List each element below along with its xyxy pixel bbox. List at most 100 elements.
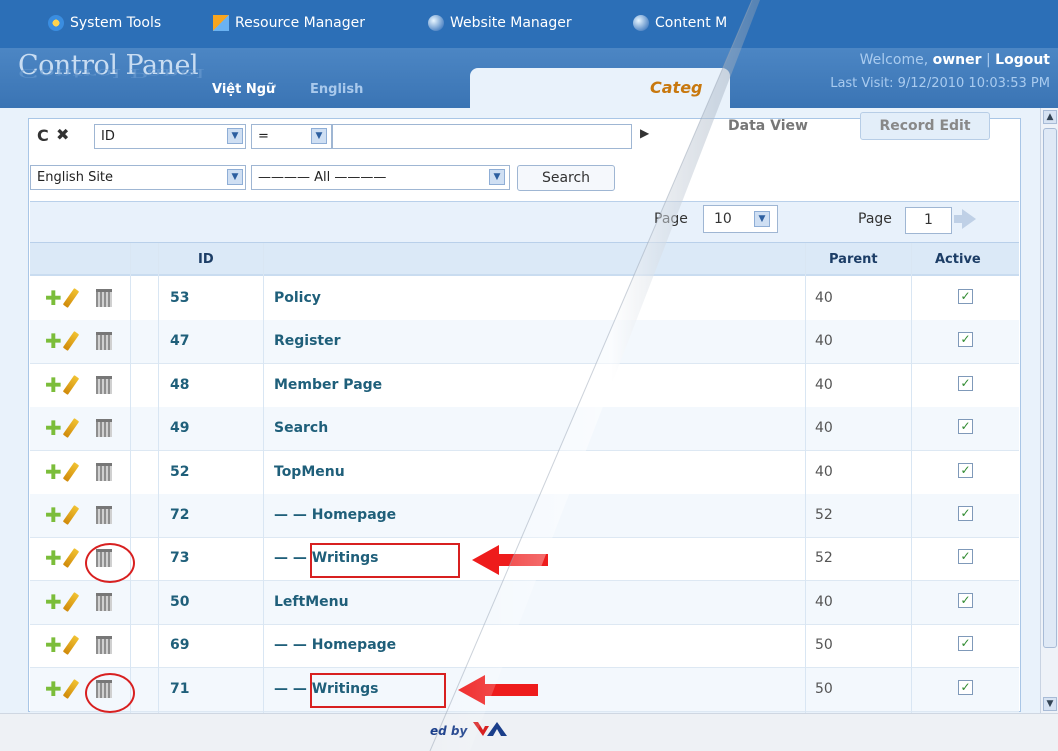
active-checkbox[interactable]: ✓ <box>958 332 973 348</box>
table-row[interactable]: ✚ 72 — — Homepage 52 ✓ <box>30 494 1019 538</box>
cell-parent: 40 <box>815 290 833 306</box>
active-checkbox[interactable]: ✓ <box>958 592 973 608</box>
clear-filter-icon[interactable]: ✖ <box>56 125 69 144</box>
refresh-icon[interactable]: C <box>37 126 49 145</box>
chevron-down-icon[interactable]: ▼ <box>227 128 243 144</box>
cell-name[interactable]: — — Homepage <box>274 507 396 523</box>
cell-parent: 52 <box>815 550 833 567</box>
column-header-active[interactable]: Active <box>935 252 981 267</box>
category-filter-select[interactable]: ———— All ———— <box>251 165 510 190</box>
resource-icon <box>213 15 229 31</box>
edit-pencil-icon[interactable] <box>62 461 80 482</box>
table-row[interactable]: ✚ 47 Register 40 ✓ <box>30 320 1019 365</box>
add-icon[interactable]: ✚ <box>45 329 62 353</box>
cell-id: 47 <box>170 333 190 350</box>
edit-pencil-icon[interactable] <box>62 505 80 525</box>
site-select[interactable]: English Site <box>30 165 246 190</box>
column-divider <box>805 243 806 713</box>
cell-name[interactable]: TopMenu <box>274 464 345 480</box>
active-checkbox[interactable]: ✓ <box>958 375 973 391</box>
table-row[interactable]: ✚ 53 Policy 40 ✓ <box>30 277 1019 321</box>
next-page-arrow-icon[interactable] <box>954 209 976 229</box>
add-icon[interactable]: ✚ <box>45 416 62 440</box>
delete-trash-icon[interactable] <box>96 332 112 351</box>
powered-by-text: ed by <box>430 724 468 738</box>
menu-content-manager[interactable]: Content M <box>633 13 727 33</box>
cell-id: 50 <box>170 593 190 610</box>
cell-id: 52 <box>170 463 190 480</box>
page-number-input[interactable]: 1 <box>905 207 952 234</box>
table-row[interactable]: ✚ 48 Member Page 40 ✓ <box>30 364 1019 408</box>
active-checkbox[interactable]: ✓ <box>958 462 973 478</box>
site-select-value: English Site <box>37 170 114 185</box>
field-select-value: ID <box>101 129 115 144</box>
menu-label: Content M <box>655 15 728 31</box>
scroll-up-arrow[interactable]: ▲ <box>1043 110 1057 124</box>
edit-pencil-icon[interactable] <box>62 288 80 308</box>
chevron-down-icon[interactable]: ▼ <box>227 169 243 185</box>
add-icon[interactable]: ✚ <box>45 546 62 570</box>
logout-link[interactable]: Logout <box>995 52 1050 68</box>
active-checkbox[interactable]: ✓ <box>958 549 973 565</box>
scroll-down-arrow[interactable]: ▼ <box>1043 697 1057 711</box>
language-english-link[interactable]: English <box>310 82 363 97</box>
menu-system-tools[interactable]: System Tools <box>48 13 161 33</box>
cell-name[interactable]: Search <box>274 420 328 436</box>
delete-trash-icon[interactable] <box>96 375 112 394</box>
chevron-down-icon[interactable]: ▼ <box>489 169 505 185</box>
active-checkbox[interactable]: ✓ <box>958 289 973 304</box>
data-view-button[interactable]: Data View <box>718 114 818 140</box>
edit-pencil-icon[interactable] <box>62 548 80 569</box>
column-header-parent[interactable]: Parent <box>829 252 878 267</box>
menu-resource-manager[interactable]: Resource Manager <box>213 13 365 33</box>
add-icon[interactable]: ✚ <box>45 677 62 701</box>
cell-name[interactable]: Policy <box>274 290 321 306</box>
add-icon[interactable]: ✚ <box>45 286 62 310</box>
delete-trash-icon[interactable] <box>96 636 112 655</box>
search-button[interactable]: Search <box>517 165 615 191</box>
delete-trash-icon[interactable] <box>96 462 112 481</box>
menu-label: Resource Manager <box>235 15 366 31</box>
add-icon[interactable]: ✚ <box>45 460 62 484</box>
edit-pencil-icon[interactable] <box>62 374 80 395</box>
edit-pencil-icon[interactable] <box>62 678 80 699</box>
delete-trash-icon[interactable] <box>96 419 112 438</box>
add-icon[interactable]: ✚ <box>45 373 62 397</box>
edit-pencil-icon[interactable] <box>62 591 80 612</box>
edit-pencil-icon[interactable] <box>62 331 80 352</box>
add-icon[interactable]: ✚ <box>45 503 62 527</box>
menu-website-manager[interactable]: Website Manager <box>428 13 572 33</box>
delete-trash-icon[interactable] <box>96 592 112 611</box>
add-icon[interactable]: ✚ <box>45 590 62 614</box>
delete-trash-icon[interactable] <box>96 506 112 524</box>
active-checkbox[interactable]: ✓ <box>958 419 973 435</box>
cell-name[interactable]: — — Homepage <box>274 637 396 653</box>
filter-value-input[interactable] <box>332 124 632 149</box>
cell-name[interactable]: Register <box>274 333 341 349</box>
table-row[interactable]: ✚ 69 — — Homepage 50 ✓ <box>30 624 1019 669</box>
tab-label: Categ <box>650 78 703 97</box>
column-header-id[interactable]: ID <box>198 252 214 267</box>
active-checkbox[interactable]: ✓ <box>958 636 973 652</box>
delete-trash-icon[interactable] <box>96 289 112 307</box>
edit-pencil-icon[interactable] <box>62 635 80 656</box>
language-vietnamese-link[interactable]: Việt Ngữ <box>212 82 275 97</box>
field-select[interactable]: ID <box>94 124 246 149</box>
active-checkbox[interactable]: ✓ <box>958 506 973 521</box>
play-icon[interactable]: ▶ <box>640 126 649 140</box>
table-row[interactable]: ✚ 50 LeftMenu 40 ✓ <box>30 580 1019 625</box>
scroll-thumb[interactable] <box>1043 128 1057 648</box>
vertical-scrollbar[interactable]: ▲ ▼ <box>1040 108 1058 713</box>
record-edit-button[interactable]: Record Edit <box>860 112 990 140</box>
chevron-down-icon[interactable]: ▼ <box>754 211 770 227</box>
table-row[interactable]: ✚ 49 Search 40 ✓ <box>30 407 1019 452</box>
edit-pencil-icon[interactable] <box>62 418 80 439</box>
chevron-down-icon[interactable]: ▼ <box>311 128 327 144</box>
table-row[interactable]: ✚ 52 TopMenu 40 ✓ <box>30 451 1019 495</box>
active-checkbox[interactable]: ✓ <box>958 679 973 695</box>
column-divider <box>263 243 264 713</box>
tab-categories[interactable]: Categ <box>470 68 730 108</box>
cell-name[interactable]: Member Page <box>274 377 382 393</box>
cell-name[interactable]: LeftMenu <box>274 594 349 610</box>
add-icon[interactable]: ✚ <box>45 633 62 657</box>
